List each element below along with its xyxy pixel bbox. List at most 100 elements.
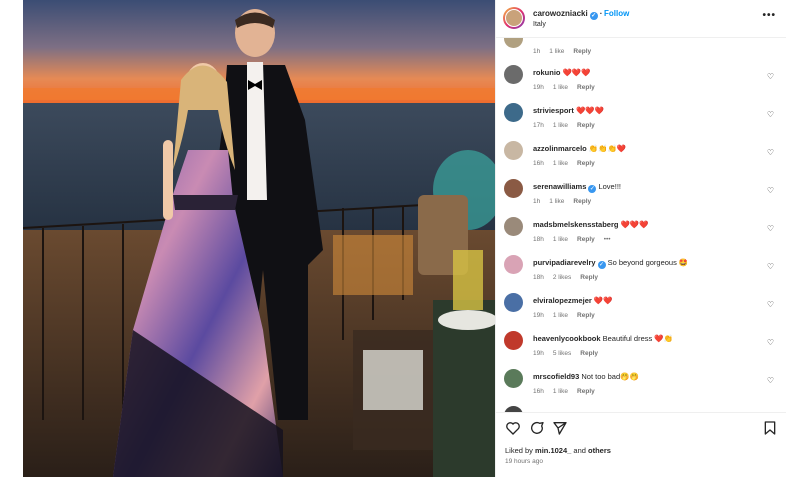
commenter-avatar[interactable] [504,179,523,198]
like-comment-heart-icon[interactable]: ♡ [767,224,774,233]
like-comment-heart-icon[interactable]: ♡ [767,262,774,271]
commenter-avatar[interactable] [504,103,523,122]
comment-time: 1h [533,48,541,55]
comment-item: elviralopezmejer ❤️❤️ 19h 1 like Reply ♡ [496,293,786,331]
post-header: carowozniacki ✓ · Follow Italy ••• [496,0,786,38]
commenter-username[interactable]: purvipadiarevelry [533,258,596,267]
commenter-avatar[interactable] [504,331,523,350]
author-avatar[interactable] [503,7,525,29]
comment-time: 18h [533,274,544,281]
reply-button[interactable]: Reply [577,388,595,395]
reply-button[interactable]: Reply [573,48,591,55]
commenter-username[interactable]: striviesport [533,106,574,115]
comment-time: 18h [533,236,544,243]
commenter-avatar[interactable] [504,217,523,236]
comment-time: 17h [533,122,544,129]
reply-button[interactable]: Reply [580,350,598,357]
reply-button[interactable]: Reply [580,274,598,281]
separator-dot: · [599,9,603,18]
comment-time: 1h [533,198,541,205]
post-actions: Liked by min.1024_ and others 19 hours a… [496,412,786,477]
comment-text: ❤️❤️❤️ [620,220,649,229]
comments-list[interactable]: 1h 1 like Reply rokunio ❤️❤️❤️ 19h 1 like Re… [496,38,786,412]
comment-likes[interactable]: 1 like [553,312,568,319]
commenter-avatar[interactable] [504,293,523,312]
comment-likes[interactable]: 1 like [553,122,568,129]
commenter-username[interactable]: azzolinmarcelo [533,144,587,153]
post-location[interactable]: Italy [533,21,546,28]
reply-button[interactable]: Reply [577,122,595,129]
liked-by-summary: Liked by min.1024_ and others [505,446,611,455]
comment-likes[interactable]: 1 like [553,388,568,395]
comment-likes[interactable]: 1 like [549,198,564,205]
commenter-avatar[interactable] [504,255,523,274]
like-comment-heart-icon[interactable]: ♡ [767,338,774,347]
share-paper-plane-icon[interactable] [552,420,568,436]
comment-item: heavenlycookbook Beautiful dress ❤️👏 19h… [496,331,786,369]
comment-likes[interactable]: 1 like [553,160,568,167]
liked-by-others[interactable]: others [588,446,611,455]
commenter-avatar[interactable] [504,369,523,388]
comment-item: striviesport ❤️❤️❤️ 17h 1 like Reply ♡ [496,103,786,141]
commenter-username[interactable]: mrscofield93 [533,372,579,381]
like-heart-icon[interactable] [505,420,521,436]
like-comment-heart-icon[interactable]: ♡ [767,110,774,119]
comment-time: 16h [533,388,544,395]
comment-item: rokunio ❤️❤️❤️ 19h 1 like Reply ♡ [496,65,786,103]
comment-likes[interactable]: 1 like [549,48,564,55]
reply-button[interactable]: Reply [577,236,595,243]
comment-options-icon[interactable]: ••• [604,236,611,243]
liked-by-prefix: Liked by [505,446,533,455]
comment-time: 19h [533,350,544,357]
commenter-username[interactable]: serenawilliams [533,182,586,191]
comment-text: Not too bad🤭🤭 [581,372,639,381]
comment-text: Beautiful dress ❤️👏 [602,334,673,343]
comment-bubble-icon[interactable] [529,420,545,436]
verified-badge-icon: ✓ [589,12,598,20]
comment-item: azzolinmarcelo 👏👏👏❤️ 16h 1 like Reply ♡ [496,141,786,179]
like-comment-heart-icon[interactable]: ♡ [767,300,774,309]
commenter-username[interactable]: rokunio [533,68,561,77]
comment-text: ❤️❤️ [593,296,613,305]
comment-likes[interactable]: 1 like [553,84,568,91]
post-photo-illustration [23,0,495,477]
comment-likes[interactable]: 5 likes [553,350,571,357]
reply-button[interactable]: Reply [577,84,595,91]
save-bookmark-icon[interactable] [762,420,778,436]
reply-button[interactable]: Reply [577,312,595,319]
liked-by-and: and [573,446,586,455]
verified-badge-icon: ✓ [588,185,597,193]
commenter-username[interactable]: elviralopezmejer [533,296,592,305]
comment-item: mrscofield93 Not too bad🤭🤭 16h 1 like Repl… [496,369,786,407]
reply-button[interactable]: Reply [573,198,591,205]
comment-text: ❤️❤️❤️ [575,106,604,115]
like-comment-heart-icon[interactable]: ♡ [767,72,774,81]
comment-text: ❤️❤️❤️ [562,68,591,77]
post-photo[interactable]: › [23,0,495,477]
comment-item: serenawilliams ✓ Love!!! 1h 1 like Reply ♡ [496,179,786,217]
comment-likes[interactable]: 2 likes [553,274,571,281]
comment-text: Love!!! [598,182,621,191]
commenter-avatar[interactable] [504,38,523,48]
commenter-username[interactable]: heavenlycookbook [533,334,601,343]
verified-badge-icon: ✓ [597,261,606,269]
post-sidebar: carowozniacki ✓ · Follow Italy ••• 1h 1 lik… [495,0,786,477]
more-options-icon[interactable]: ••• [762,10,776,21]
instagram-post-view: › carowozniacki✓· Follow Italy ••• 1h1 l… [0,0,804,477]
commenter-avatar[interactable] [504,65,523,84]
comment-text: 👏👏👏❤️ [588,144,627,153]
reply-button[interactable]: Reply [577,160,595,167]
like-comment-heart-icon[interactable]: ♡ [767,186,774,195]
post-timestamp[interactable]: 19 hours ago [505,458,543,465]
like-comment-heart-icon[interactable]: ♡ [767,148,774,157]
commenter-avatar[interactable] [504,141,523,160]
follow-button[interactable]: Follow [604,9,629,18]
comment-item: 1h 1 like Reply [496,38,786,67]
comment-item: madsbmelskensstaberg ❤️❤️❤️ 18h 1 like Rep… [496,217,786,255]
author-username[interactable]: carowozniacki [533,9,588,18]
commenter-username[interactable]: madsbmelskensstaberg [533,220,618,229]
liked-by-user[interactable]: min.1024_ [535,446,571,455]
like-comment-heart-icon[interactable]: ♡ [767,376,774,385]
comment-likes[interactable]: 1 like [553,236,568,243]
comment-item: purvipadiarevelry ✓ So beyond gorgeous 🤩 … [496,255,786,293]
